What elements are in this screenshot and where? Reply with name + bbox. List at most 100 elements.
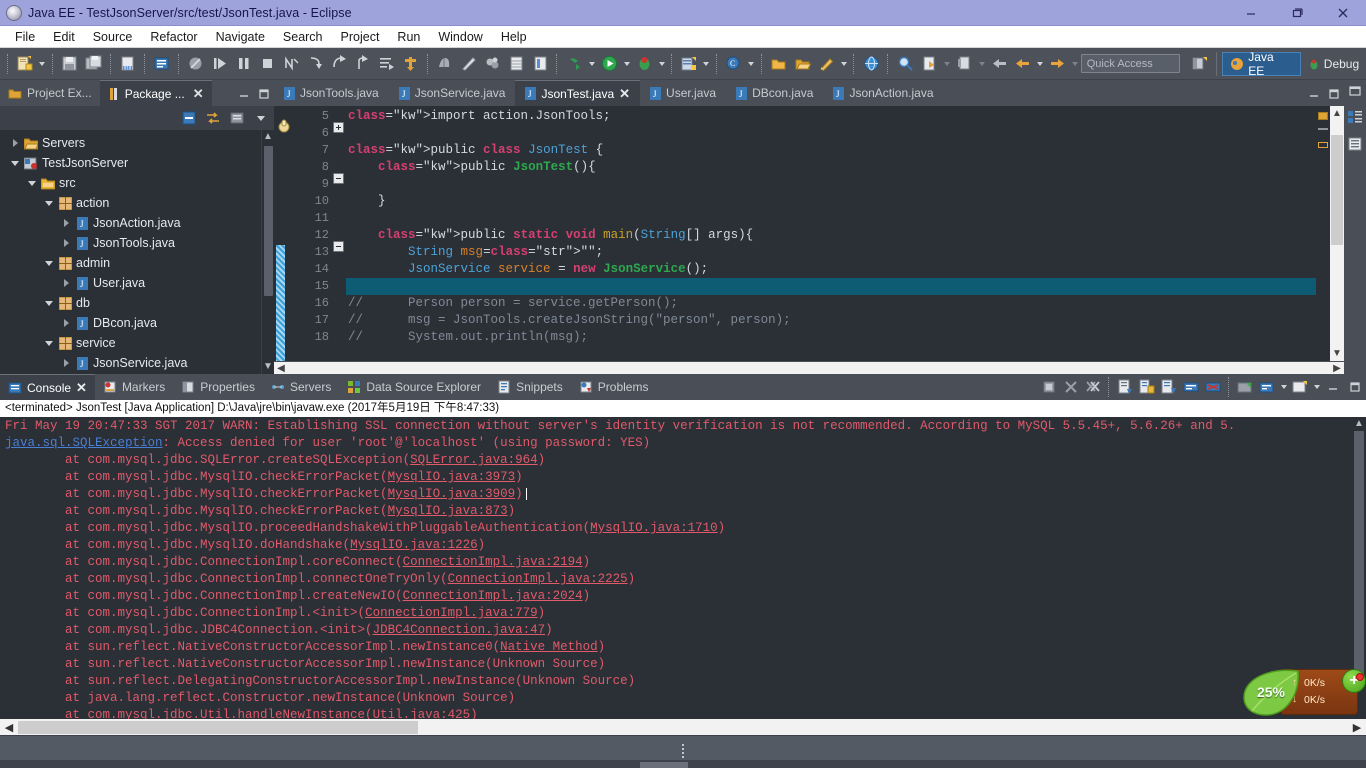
console-hscroll-thumb[interactable] — [18, 720, 418, 734]
editor-tab-jsonaction[interactable]: J JsonAction.java — [823, 80, 943, 106]
remove-launch-icon[interactable] — [1060, 376, 1082, 398]
overview-marker-warning[interactable] — [1318, 112, 1328, 120]
scroll-left-icon[interactable]: ◀ — [0, 721, 18, 734]
stack-trace-link[interactable]: MysqlIO.java:1226 — [350, 538, 478, 552]
console-line[interactable]: java.sql.SQLException: Access denied for… — [5, 435, 1352, 452]
code-line[interactable] — [346, 278, 1316, 295]
tab-project-explorer[interactable]: Project Ex... — [0, 80, 100, 106]
forward-dropdown-icon[interactable] — [1070, 53, 1081, 75]
debug-dropdown-icon[interactable] — [656, 53, 667, 75]
package-explorer-tree[interactable]: Servers TestJsonServer src action J JsonActio… — [0, 130, 274, 374]
editor-scroll-thumb[interactable] — [1331, 135, 1343, 245]
console-line[interactable]: at com.mysql.jdbc.ConnectionImpl.connect… — [5, 571, 1352, 588]
code-line[interactable]: class="kw">import action.JsonTools; — [346, 108, 1316, 125]
outline-view-icon[interactable] — [1347, 109, 1363, 130]
scroll-right-icon[interactable]: ▶ — [1330, 363, 1344, 374]
tree-item-jsonservice-java[interactable]: J JsonService.java — [0, 353, 274, 373]
last-edit-dropdown-icon[interactable] — [941, 53, 952, 75]
run-last-tool-icon[interactable] — [563, 53, 585, 75]
debug-icon[interactable] — [633, 53, 655, 75]
restore-view-icon[interactable] — [1348, 84, 1362, 103]
tree-scroll-thumb[interactable] — [263, 146, 273, 296]
editor-tab-user[interactable]: J User.java — [640, 80, 726, 106]
editor-vertical-scrollbar[interactable]: ▲ ▼ — [1330, 106, 1344, 361]
fold-expand-icon[interactable] — [333, 122, 344, 133]
new-console-dropdown-icon[interactable] — [1278, 376, 1289, 398]
overview-ruler[interactable] — [1316, 106, 1330, 361]
skip-breakpoints-icon[interactable] — [185, 53, 207, 75]
tab-console[interactable]: Console ✕ — [0, 374, 95, 400]
tree-item-db[interactable]: db — [0, 293, 274, 313]
tab-properties[interactable]: Properties — [173, 374, 263, 400]
console-view-menu-dropdown-icon[interactable] — [1311, 376, 1322, 398]
tree-item-jsontools-java[interactable]: J JsonTools.java — [0, 233, 274, 253]
scroll-up-icon[interactable]: ▲ — [1354, 417, 1364, 431]
quick-access-input[interactable]: Quick Access — [1080, 54, 1181, 73]
code-line[interactable]: class="kw">public class JsonTest { — [346, 142, 1316, 159]
stack-trace-link[interactable]: ConnectionImpl.java:2024 — [403, 589, 583, 603]
back-dropdown-icon[interactable] — [1035, 53, 1046, 75]
editor-horizontal-scrollbar[interactable]: ◀ ▶ — [274, 361, 1344, 374]
open-web-browser-icon[interactable] — [860, 53, 882, 75]
profile-icon[interactable] — [482, 53, 504, 75]
open-perspective-icon[interactable] — [1188, 53, 1210, 75]
overview-marker-task[interactable] — [1318, 142, 1328, 148]
forward-icon[interactable] — [1047, 53, 1069, 75]
view-menu-filters-icon[interactable] — [226, 108, 248, 128]
chevron-down-icon[interactable] — [42, 340, 56, 346]
minimize-view-button[interactable] — [234, 82, 254, 106]
console-line[interactable]: at com.mysql.jdbc.MysqlIO.checkErrorPack… — [5, 503, 1352, 520]
back-icon[interactable] — [988, 53, 1010, 75]
console-line[interactable]: at com.mysql.jdbc.MysqlIO.proceedHandsha… — [5, 520, 1352, 537]
chevron-right-icon[interactable] — [59, 219, 73, 227]
console-output-text[interactable]: Fri May 19 20:47:33 SGT 2017 WARN: Estab… — [0, 417, 1352, 719]
stack-trace-link[interactable]: JDBC4Connection.java:47 — [373, 623, 546, 637]
chevron-down-icon[interactable] — [42, 260, 56, 266]
pin-console-icon[interactable] — [1180, 376, 1202, 398]
scroll-down-icon[interactable]: ▼ — [263, 360, 273, 374]
stack-trace-link[interactable]: MysqlIO.java:1710 — [590, 521, 718, 535]
menu-run[interactable]: Run — [388, 28, 429, 46]
edit-icon[interactable] — [816, 53, 838, 75]
search-icon[interactable] — [894, 53, 916, 75]
status-bar-grip[interactable] — [681, 743, 685, 762]
table-icon[interactable] — [506, 53, 528, 75]
minimize-button[interactable] — [1228, 0, 1274, 26]
open-folder-icon[interactable] — [792, 53, 814, 75]
code-line[interactable]: class="kw">public JsonTest(){ — [346, 159, 1316, 176]
new-java-project-dropdown-icon[interactable] — [701, 53, 712, 75]
tree-vertical-scrollbar[interactable]: ▲ ▼ — [261, 130, 274, 374]
collapse-all-icon[interactable] — [178, 108, 200, 128]
open-type-icon[interactable] — [151, 53, 173, 75]
maximize-view-button[interactable] — [254, 82, 274, 106]
console-line[interactable]: at com.mysql.jdbc.MysqlIO.checkErrorPack… — [5, 469, 1352, 486]
console-line[interactable]: at com.mysql.jdbc.MysqlIO.doHandshake(My… — [5, 537, 1352, 554]
menu-edit[interactable]: Edit — [44, 28, 84, 46]
open-resource-icon[interactable] — [768, 53, 790, 75]
run-last-dropdown-icon[interactable] — [586, 53, 597, 75]
chevron-right-icon[interactable] — [59, 279, 73, 287]
code-line[interactable]: // msg = JsonTools.createJsonString("per… — [346, 312, 1316, 329]
new-wizard-icon[interactable] — [14, 53, 36, 75]
tab-markers[interactable]: Markers — [95, 374, 173, 400]
tree-item-src[interactable]: src — [0, 173, 274, 193]
tab-servers[interactable]: Servers — [263, 374, 339, 400]
console-horizontal-scrollbar[interactable]: ◀ ▶ — [0, 719, 1366, 735]
view-menu-icon[interactable] — [250, 108, 272, 128]
menu-search[interactable]: Search — [274, 28, 332, 46]
close-icon[interactable]: ✕ — [193, 86, 204, 102]
stack-trace-link[interactable]: MysqlIO.java:3973 — [388, 470, 516, 484]
tree-item-servers[interactable]: Servers — [0, 133, 274, 153]
display-selected-console-icon[interactable] — [1202, 376, 1224, 398]
maximize-button[interactable] — [1274, 0, 1320, 26]
brush-icon[interactable] — [458, 53, 480, 75]
tree-item-service[interactable]: service — [0, 333, 274, 353]
step-into-icon[interactable] — [304, 53, 326, 75]
disconnect-icon[interactable] — [280, 53, 302, 75]
editor-tab-jsontools[interactable]: J JsonTools.java — [274, 80, 389, 106]
console-output-area[interactable]: Fri May 19 20:47:33 SGT 2017 WARN: Estab… — [0, 417, 1366, 719]
menu-project[interactable]: Project — [332, 28, 389, 46]
tree-item-jsonaction-java[interactable]: J JsonAction.java — [0, 213, 274, 233]
fold-collapse-icon[interactable] — [333, 173, 344, 184]
network-monitor-widget[interactable]: 25% ↑ 0K/s ↓ 0K/s + — [1240, 663, 1366, 725]
